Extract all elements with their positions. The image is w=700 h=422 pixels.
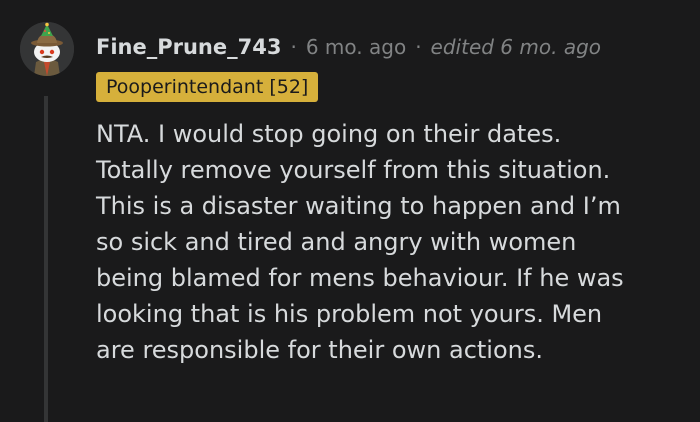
user-flair-badge: Pooperintendant [52] [96,72,319,102]
comment: Fine_Prune_743 · 6 mo. ago · edited 6 mo… [0,0,700,422]
comment-timestamp[interactable]: 6 mo. ago [306,35,406,59]
comment-body-line: NTA. I would stop going on their dates. [96,120,562,148]
user-avatar-icon[interactable] [20,22,74,76]
comment-meta: Fine_Prune_743 · 6 mo. ago · edited 6 mo… [96,30,601,64]
comment-body: NTA. I would stop going on their dates. … [96,116,694,368]
comment-body-line: are responsible for their own actions. [96,336,543,364]
comment-body-line: looking that is his problem not yours. M… [96,300,603,328]
thread-line[interactable] [44,96,48,422]
edited-timestamp: edited 6 mo. ago [430,35,602,59]
comment-body-line: being blamed for mens behaviour. If he w… [96,264,624,292]
meta-separator: · [415,35,422,59]
comment-body-line: This is a disaster waiting to happen and… [96,192,621,220]
comment-body-line: Totally remove yourself from this situat… [96,156,611,184]
snoo-avatar-icon [20,22,74,76]
meta-separator: · [290,35,297,59]
comment-body-line: so sick and tired and angry with women [96,228,577,256]
author-username[interactable]: Fine_Prune_743 [96,35,281,59]
